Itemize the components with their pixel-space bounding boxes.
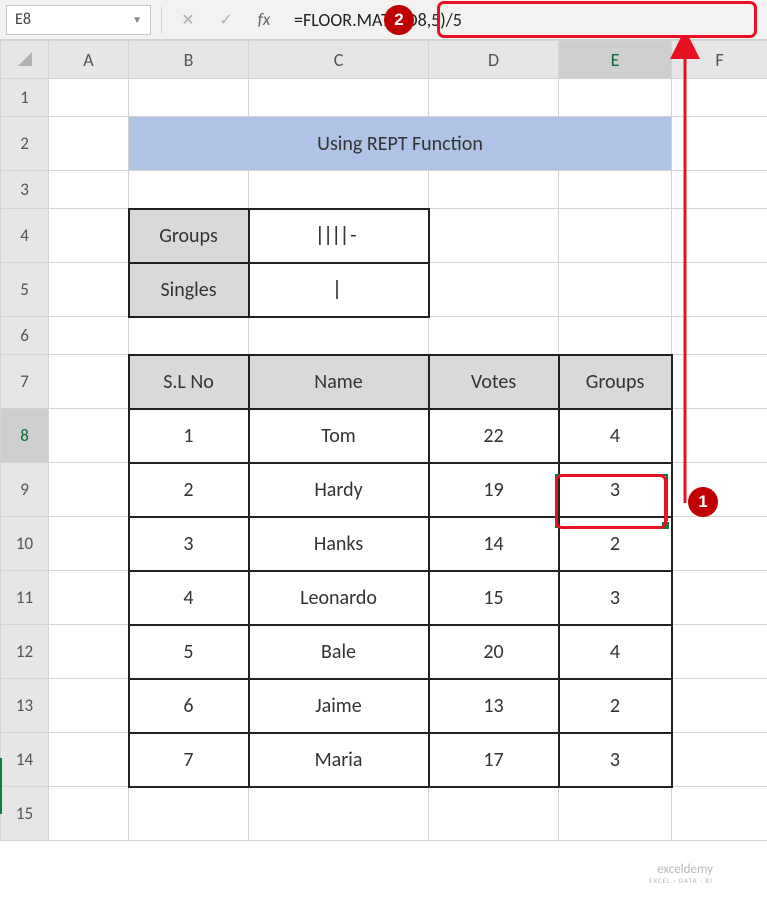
spreadsheet-grid: A B C D E F 1 2 Using REPT Function 3	[0, 40, 767, 841]
cell-groups-6[interactable]: 2	[559, 679, 672, 733]
row-header-7[interactable]: 7	[1, 355, 49, 409]
cell-name-5[interactable]: Bale	[249, 625, 429, 679]
cell-groups-5[interactable]: 4	[559, 625, 672, 679]
fx-icon[interactable]: fx	[248, 5, 280, 35]
row-header-5[interactable]: 5	[1, 263, 49, 317]
row-header-14[interactable]: 14	[1, 733, 49, 787]
row-marker	[0, 758, 2, 814]
hdr-slno[interactable]: S.L No	[129, 355, 249, 409]
row-header-1[interactable]: 1	[1, 79, 49, 117]
title-cell[interactable]: Using REPT Function	[129, 117, 672, 171]
watermark-sub: EXCEL · DATA · BI	[649, 877, 713, 884]
col-header-B[interactable]: B	[129, 41, 249, 79]
select-all-triangle[interactable]	[1, 41, 49, 79]
name-box-value: E8	[15, 10, 31, 29]
row-header-9[interactable]: 9	[1, 463, 49, 517]
cell-name-3[interactable]: Hanks	[249, 517, 429, 571]
cell-votes-3[interactable]: 14	[429, 517, 559, 571]
col-header-D[interactable]: D	[429, 41, 559, 79]
cell-groups-7[interactable]: 3	[559, 733, 672, 787]
cell-groups-3[interactable]: 2	[559, 517, 672, 571]
cell-votes-2[interactable]: 19	[429, 463, 559, 517]
cell-D1[interactable]	[429, 79, 559, 117]
row-header-4[interactable]: 4	[1, 209, 49, 263]
cell-sl-7[interactable]: 7	[129, 733, 249, 787]
cell-name-2[interactable]: Hardy	[249, 463, 429, 517]
enter-icon[interactable]: ✓	[210, 5, 242, 35]
cell-groups-1[interactable]: 4	[559, 409, 672, 463]
formula-bar: E8 ▼ ✕ ✓ fx =FLOOR.MATH(D8,5)/5	[0, 0, 767, 40]
col-header-C[interactable]: C	[249, 41, 429, 79]
hdr-groups[interactable]: Groups	[559, 355, 672, 409]
cell-groups-4[interactable]: 3	[559, 571, 672, 625]
cell-votes-4[interactable]: 15	[429, 571, 559, 625]
row-header-2[interactable]: 2	[1, 117, 49, 171]
worksheet[interactable]: A B C D E F 1 2 Using REPT Function 3	[0, 40, 767, 841]
singles-symbol[interactable]: |	[249, 263, 429, 317]
formula-text: =FLOOR.MATH(D8,5)/5	[294, 9, 462, 31]
cell-groups-2[interactable]: 3	[559, 463, 672, 517]
cell-A2[interactable]	[49, 117, 129, 171]
cell-name-6[interactable]: Jaime	[249, 679, 429, 733]
watermark-main: exceldemy	[657, 862, 713, 877]
groups-label[interactable]: Groups	[129, 209, 249, 263]
col-header-F[interactable]: F	[672, 41, 767, 79]
row-header-13[interactable]: 13	[1, 679, 49, 733]
col-header-E[interactable]: E	[559, 41, 672, 79]
column-header-row: A B C D E F	[1, 41, 767, 79]
hdr-votes[interactable]: Votes	[429, 355, 559, 409]
row-header-10[interactable]: 10	[1, 517, 49, 571]
cell-B1[interactable]	[129, 79, 249, 117]
watermark: exceldemy EXCEL · DATA · BI	[649, 863, 713, 884]
singles-label[interactable]: Singles	[129, 263, 249, 317]
cell-sl-5[interactable]: 5	[129, 625, 249, 679]
cell-votes-7[interactable]: 17	[429, 733, 559, 787]
cell-name-4[interactable]: Leonardo	[249, 571, 429, 625]
cell-F1[interactable]	[672, 79, 767, 117]
cell-sl-6[interactable]: 6	[129, 679, 249, 733]
name-box-dropdown-icon[interactable]: ▼	[132, 13, 142, 26]
row-header-8[interactable]: 8	[1, 409, 49, 463]
cell-sl-4[interactable]: 4	[129, 571, 249, 625]
cell-A1[interactable]	[49, 79, 129, 117]
row-header-3[interactable]: 3	[1, 171, 49, 209]
hdr-name[interactable]: Name	[249, 355, 429, 409]
row-header-15[interactable]: 15	[1, 787, 49, 841]
cell-sl-3[interactable]: 3	[129, 517, 249, 571]
cell-sl-2[interactable]: 2	[129, 463, 249, 517]
cell-sl-1[interactable]: 1	[129, 409, 249, 463]
cell-name-7[interactable]: Maria	[249, 733, 429, 787]
separator	[161, 7, 162, 33]
cell-E1[interactable]	[559, 79, 672, 117]
col-header-A[interactable]: A	[49, 41, 129, 79]
formula-input[interactable]: =FLOOR.MATH(D8,5)/5	[288, 5, 761, 35]
cell-C1[interactable]	[249, 79, 429, 117]
row-header-12[interactable]: 12	[1, 625, 49, 679]
cell-votes-1[interactable]: 22	[429, 409, 559, 463]
cell-name-1[interactable]: Tom	[249, 409, 429, 463]
name-box[interactable]: E8 ▼	[6, 5, 151, 35]
row-header-6[interactable]: 6	[1, 317, 49, 355]
cell-votes-6[interactable]: 13	[429, 679, 559, 733]
groups-symbol[interactable]: ||||-	[249, 209, 429, 263]
row-header-11[interactable]: 11	[1, 571, 49, 625]
cell-votes-5[interactable]: 20	[429, 625, 559, 679]
cell-F2[interactable]	[672, 117, 767, 171]
cancel-icon[interactable]: ✕	[172, 5, 204, 35]
